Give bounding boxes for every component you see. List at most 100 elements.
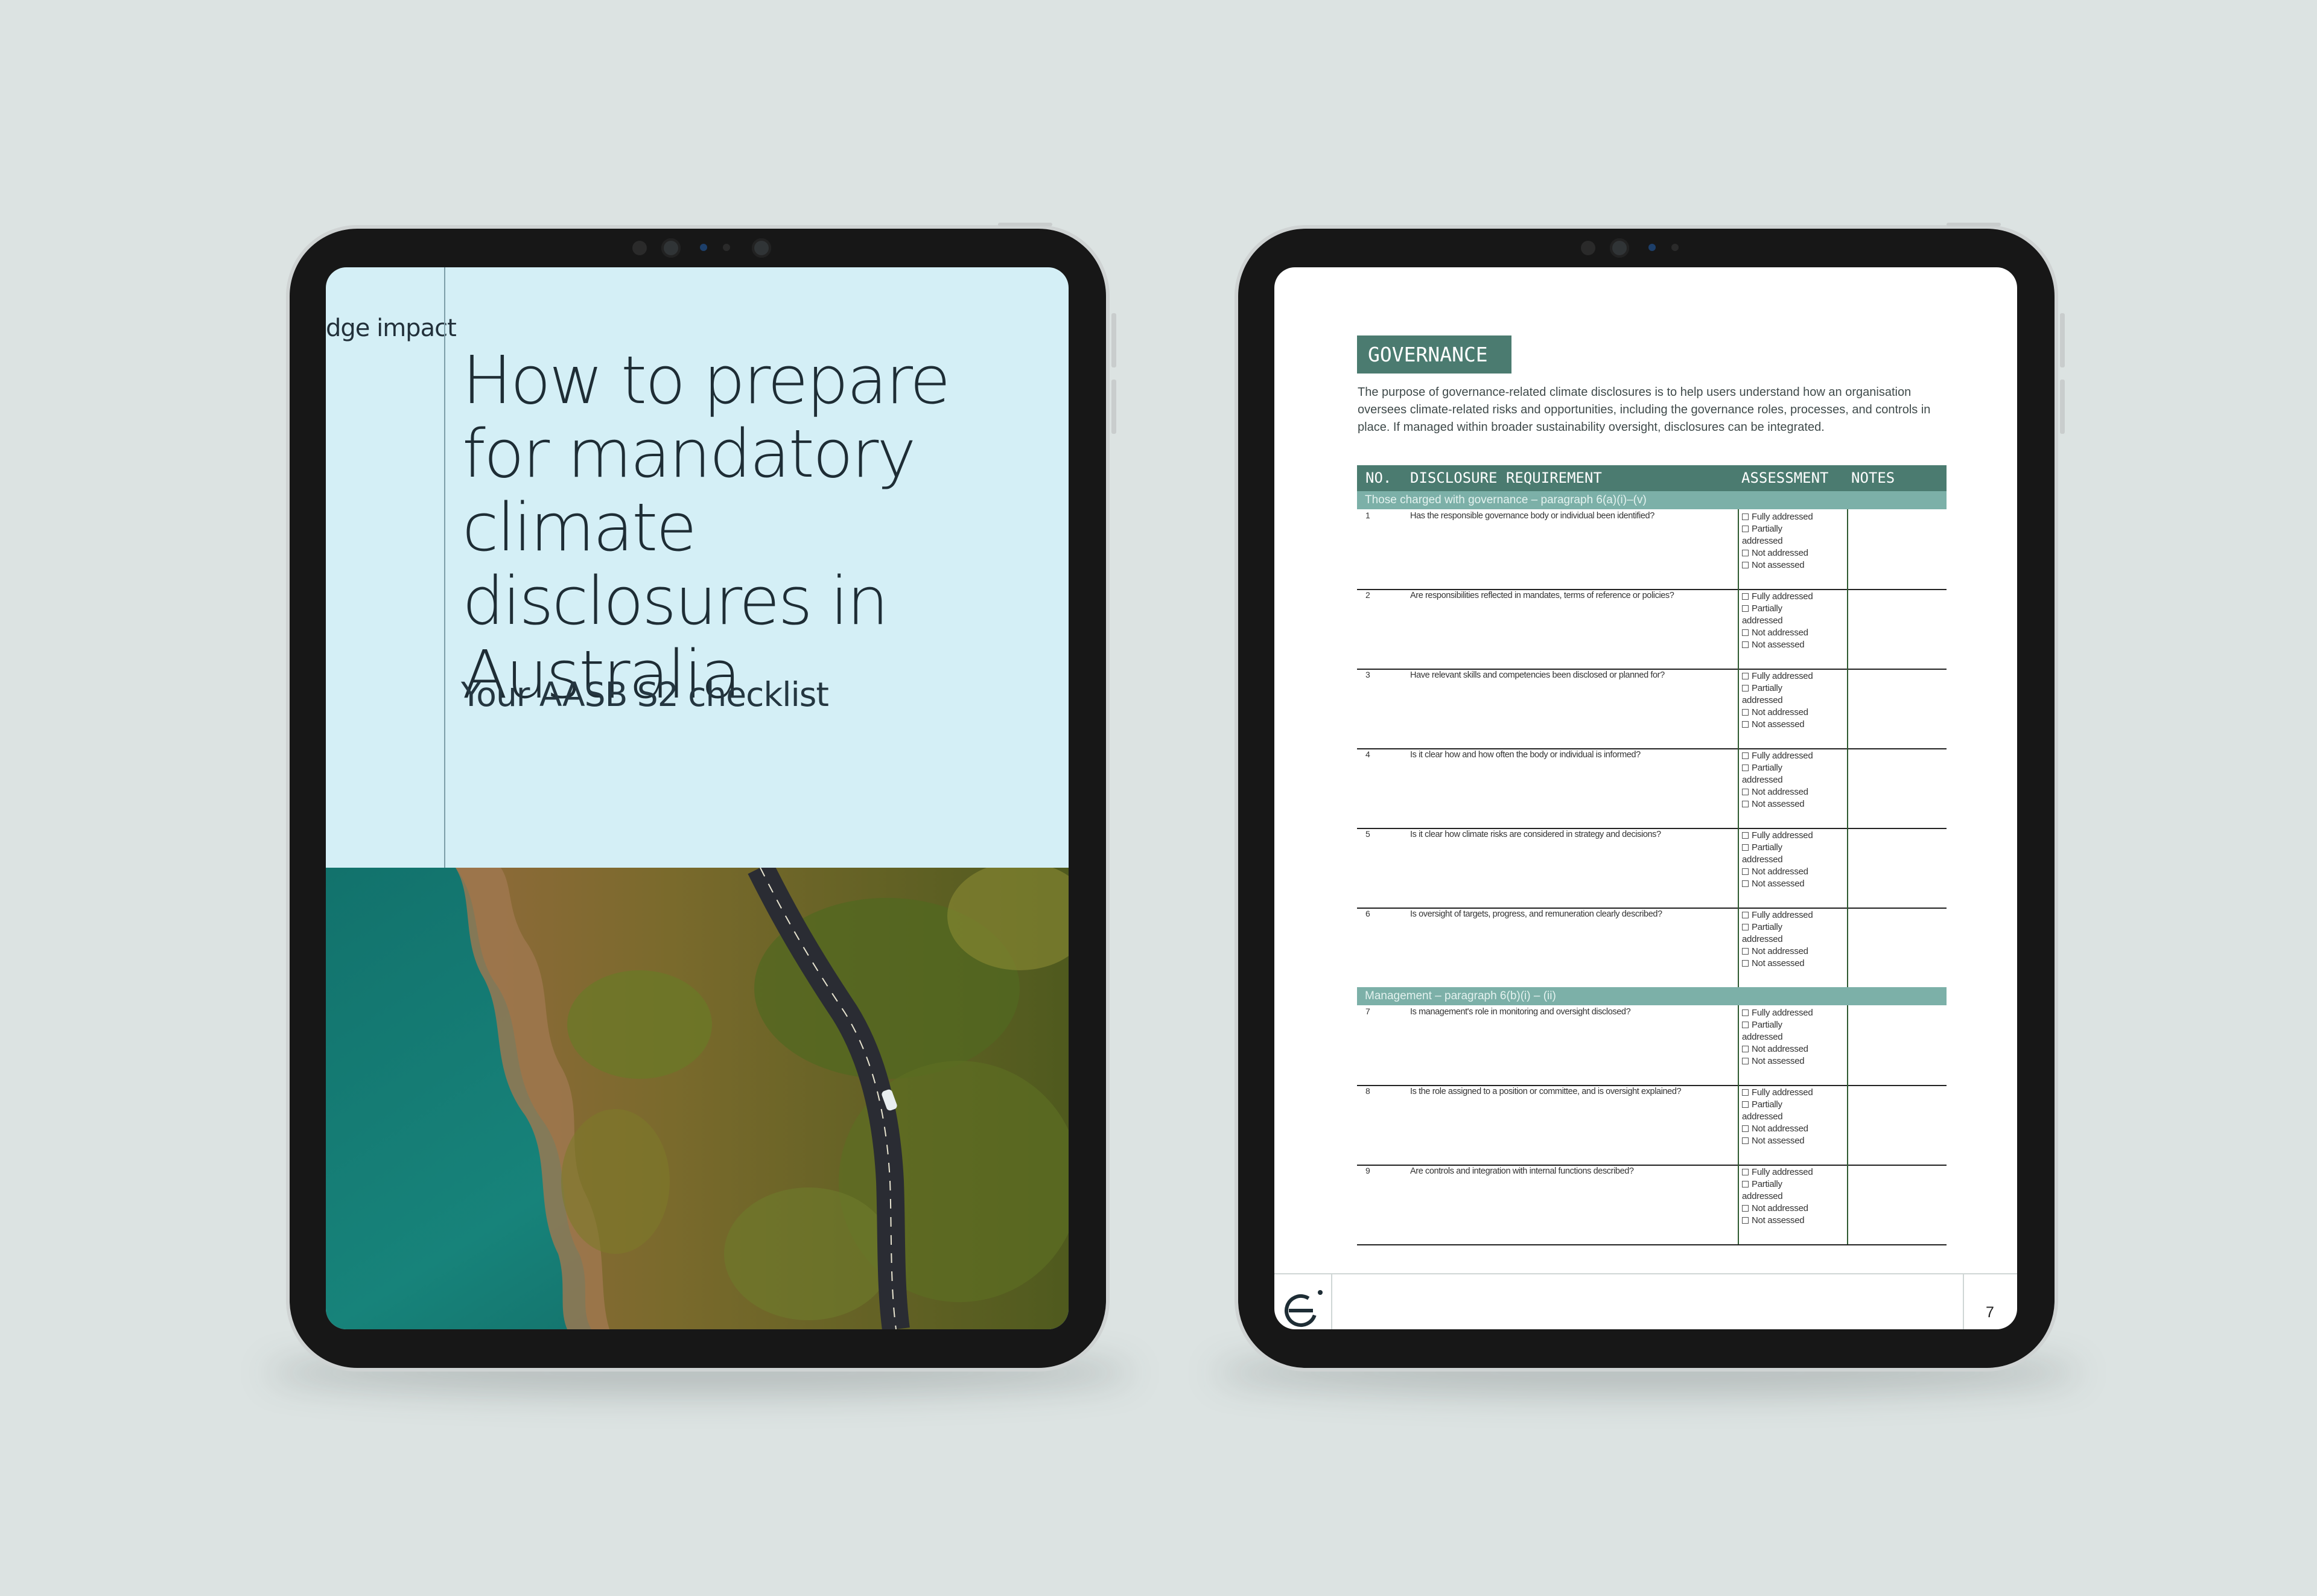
assessment-checkbox[interactable]: Not addressed — [1742, 547, 1851, 559]
assessment-checkbox[interactable]: Fully addressed — [1742, 909, 1851, 921]
assessment-checkbox[interactable]: Fully addressed — [1742, 1087, 1851, 1099]
section-band: Management – paragraph 6(b)(i) – (ii) — [1357, 987, 1947, 1005]
table-header: NO. DISCLOSURE REQUIREMENT ASSESSMENT NO… — [1357, 465, 1947, 491]
table-row: 9 Are controls and integration with inter… — [1357, 1165, 1947, 1245]
assessment-checkbox[interactable]: Partially addressed — [1742, 603, 1802, 627]
row-number: 5 — [1365, 829, 1370, 839]
assessment-checkbox[interactable]: Fully addressed — [1742, 750, 1851, 762]
camera-dot-icon — [723, 244, 730, 251]
row-number: 3 — [1365, 670, 1370, 679]
column-divider — [1738, 669, 1739, 748]
assessment-checkbox[interactable]: Not addressed — [1742, 1043, 1851, 1055]
camera-dot-icon — [1581, 241, 1595, 255]
assessment-checkbox[interactable]: Not addressed — [1742, 866, 1851, 878]
sensor-icon — [1648, 244, 1656, 251]
table-row: 2 Are responsibilities reflected in manda… — [1357, 589, 1947, 670]
volume-button — [2060, 380, 2065, 434]
assessment-options: Fully addressed Partially addressed Not ad… — [1742, 1166, 1851, 1227]
assessment-checkbox[interactable]: Fully addressed — [1742, 511, 1851, 523]
table-row: 6 Is oversight of targets, progress, and … — [1357, 908, 1947, 988]
assessment-checkbox[interactable]: Not assessed — [1742, 798, 1851, 810]
assessment-checkbox[interactable]: Not assessed — [1742, 1135, 1851, 1147]
column-divider — [1738, 748, 1739, 828]
disclosure-question: Is management's role in monitoring and o… — [1410, 1007, 1631, 1017]
assessment-options: Fully addressed Partially addressed Not ad… — [1742, 750, 1851, 810]
assessment-options: Fully addressed Partially addressed Not ad… — [1742, 511, 1851, 571]
disclosure-question: Are responsibilities reflected in mandat… — [1410, 591, 1674, 600]
assessment-checkbox[interactable]: Not assessed — [1742, 1215, 1851, 1227]
assessment-checkbox[interactable]: Partially addressed — [1742, 842, 1802, 866]
row-number: 8 — [1365, 1086, 1370, 1096]
camera-lens-icon — [1610, 238, 1629, 258]
assessment-checkbox[interactable]: Not assessed — [1742, 878, 1851, 890]
volume-button — [1111, 380, 1116, 434]
assessment-checkbox[interactable]: Partially addressed — [1742, 523, 1802, 547]
assessment-checkbox[interactable]: Not addressed — [1742, 1203, 1851, 1215]
assessment-checkbox[interactable]: Not assessed — [1742, 1055, 1851, 1067]
section-heading: GOVERNANCE — [1357, 335, 1511, 374]
footer-divider — [1963, 1274, 1964, 1329]
column-divider — [1738, 908, 1739, 987]
assessment-checkbox[interactable]: Not addressed — [1742, 707, 1851, 719]
row-number: 7 — [1365, 1006, 1370, 1016]
column-divider — [1738, 1085, 1739, 1165]
assessment-checkbox[interactable]: Not assessed — [1742, 719, 1851, 731]
footer-divider — [1331, 1274, 1332, 1329]
assessment-checkbox[interactable]: Partially addressed — [1742, 682, 1802, 707]
assessment-checkbox[interactable]: Partially addressed — [1742, 1019, 1802, 1043]
camera-dot-icon — [632, 241, 647, 255]
disclosure-question: Has the responsible governance body or i… — [1410, 511, 1654, 521]
assessment-checkbox[interactable]: Not addressed — [1742, 627, 1851, 639]
assessment-checkbox[interactable]: Not assessed — [1742, 559, 1851, 571]
assessment-checkbox[interactable]: Not addressed — [1742, 786, 1851, 798]
cover-screen: dge impact How to prepare for mandatory … — [326, 267, 1069, 1329]
table-row: 4 Is it clear how and how often the body … — [1357, 748, 1947, 829]
volume-button — [1111, 313, 1116, 367]
coastal-road-photo — [326, 868, 1069, 1329]
assessment-checkbox[interactable]: Fully addressed — [1742, 830, 1851, 842]
disclosure-question: Is it clear how climate risks are consid… — [1410, 830, 1661, 839]
assessment-checkbox[interactable]: Partially addressed — [1742, 1178, 1802, 1203]
assessment-checkbox[interactable]: Fully addressed — [1742, 1007, 1851, 1019]
assessment-options: Fully addressed Partially addressed Not ad… — [1742, 591, 1851, 651]
assessment-checkbox[interactable]: Not addressed — [1742, 946, 1851, 958]
page-number: 7 — [1986, 1304, 1994, 1321]
column-divider — [1738, 1005, 1739, 1085]
row-number: 2 — [1365, 590, 1370, 600]
disclosure-question: Is the role assigned to a position or co… — [1410, 1087, 1682, 1096]
assessment-options: Fully addressed Partially addressed Not ad… — [1742, 1007, 1851, 1067]
assessment-checkbox[interactable]: Partially addressed — [1742, 1099, 1802, 1123]
camera-lens-icon — [661, 238, 681, 258]
assessment-checkbox[interactable]: Partially addressed — [1742, 762, 1802, 786]
column-divider — [1738, 1165, 1739, 1244]
row-number: 4 — [1365, 749, 1370, 759]
cover-title: How to prepare for mandatory climate dis… — [462, 342, 950, 713]
table-row: 8 Is the role assigned to a position or c… — [1357, 1085, 1947, 1166]
assessment-checkbox[interactable]: Not addressed — [1742, 1123, 1851, 1135]
brand-logo: dge impact — [326, 314, 457, 342]
assessment-checkbox[interactable]: Fully addressed — [1742, 670, 1851, 682]
cover-subtitle: Your AASB S2 checklist — [461, 675, 829, 714]
assessment-checkbox[interactable]: Fully addressed — [1742, 591, 1851, 603]
checklist-screen: GOVERNANCE The purpose of governance-rel… — [1274, 267, 2017, 1329]
camera-dot-icon — [1671, 244, 1679, 251]
column-header-notes: NOTES — [1851, 469, 1895, 486]
table-row: 5 Is it clear how climate risks are consi… — [1357, 828, 1947, 909]
assessment-checkbox[interactable]: Partially addressed — [1742, 921, 1802, 946]
table-row: 7 Is management's role in monitoring and … — [1357, 1005, 1947, 1086]
e-logo-icon — [1285, 1290, 1323, 1327]
section-band: Those charged with governance – paragrap… — [1357, 491, 1947, 509]
column-header-requirement: DISCLOSURE REQUIREMENT — [1410, 469, 1602, 486]
assessment-checkbox[interactable]: Not assessed — [1742, 958, 1851, 970]
camera-lens-icon — [752, 238, 771, 258]
right-tablet: GOVERNANCE The purpose of governance-rel… — [1235, 223, 2065, 1372]
assessment-options: Fully addressed Partially addressed Not ad… — [1742, 909, 1851, 970]
assessment-checkbox[interactable]: Not assessed — [1742, 639, 1851, 651]
disclosure-question: Have relevant skills and competencies be… — [1410, 670, 1665, 680]
disclosure-question: Is it clear how and how often the body o… — [1410, 750, 1641, 760]
table-row: 1 Has the responsible governance body or … — [1357, 509, 1947, 590]
section-intro: The purpose of governance-related climat… — [1358, 386, 1931, 434]
assessment-checkbox[interactable]: Fully addressed — [1742, 1166, 1851, 1178]
footer-divider — [1274, 1273, 2017, 1274]
assessment-options: Fully addressed Partially addressed Not ad… — [1742, 670, 1851, 731]
